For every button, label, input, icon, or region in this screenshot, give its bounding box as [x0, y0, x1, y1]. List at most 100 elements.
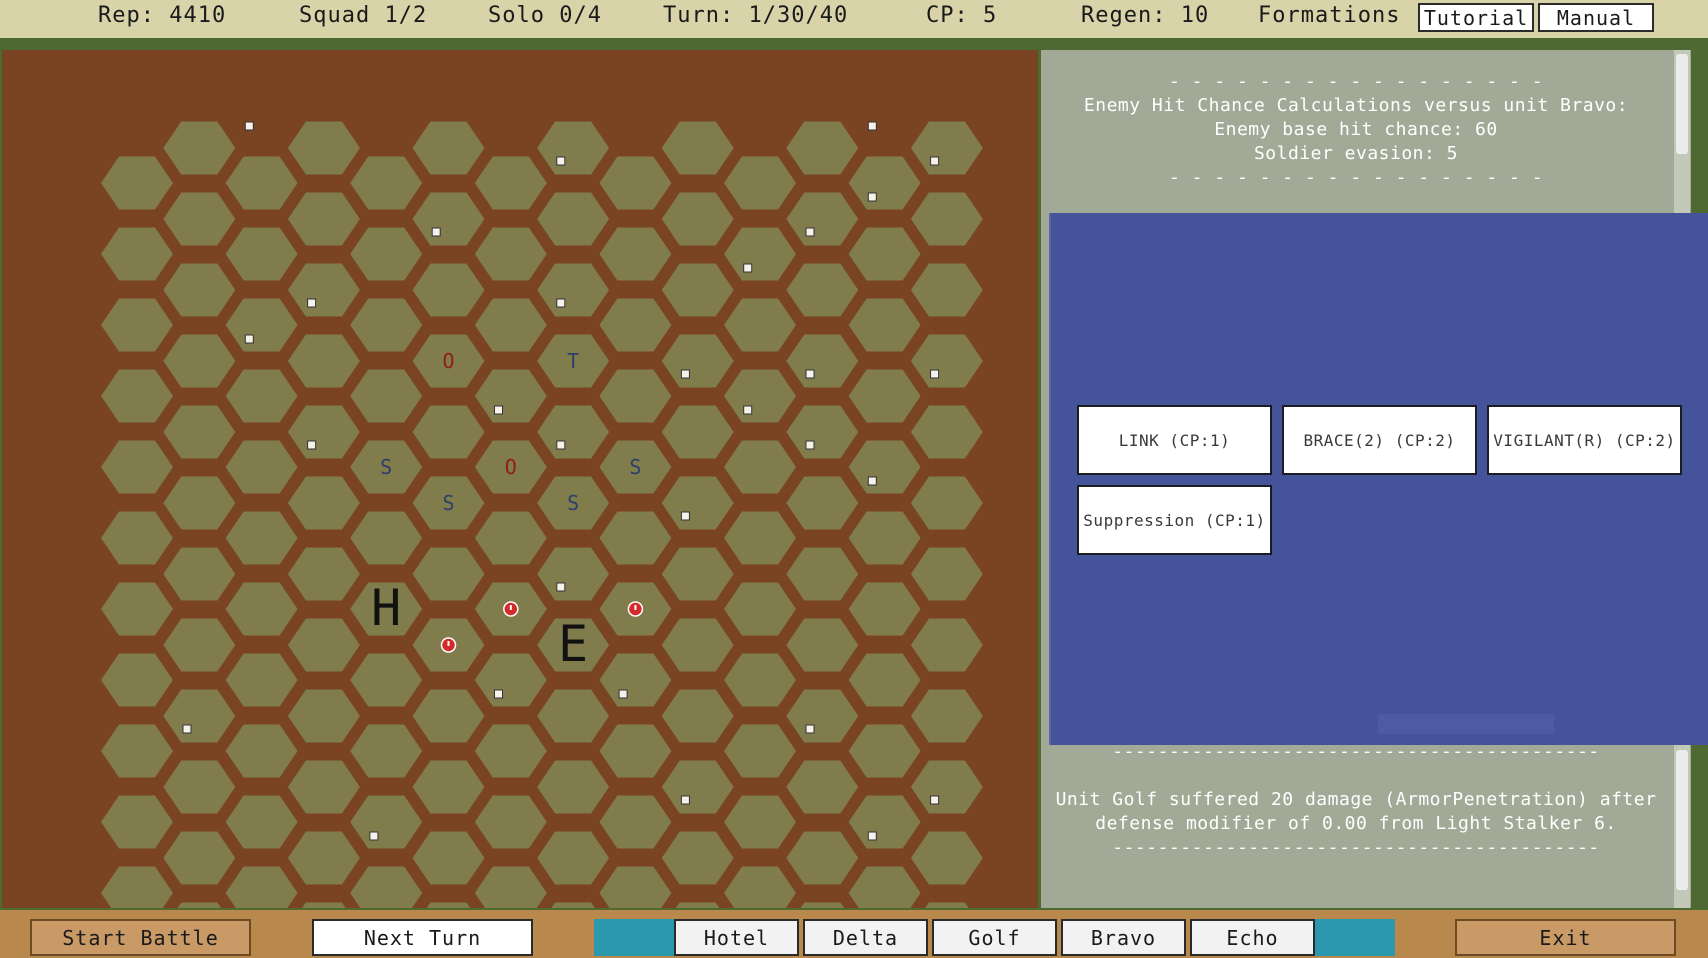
hex-tile[interactable] [287, 334, 360, 388]
hex-tile[interactable] [786, 902, 858, 909]
hex-tile[interactable] [848, 369, 921, 423]
unit-token[interactable]: T [567, 349, 579, 373]
hex-tile[interactable] [537, 689, 610, 743]
hex-tile[interactable] [412, 760, 485, 814]
hex-tile[interactable] [225, 440, 298, 494]
hex-tile[interactable] [101, 369, 173, 423]
manual-button[interactable]: Manual [1538, 3, 1654, 32]
hex-tile[interactable] [661, 618, 734, 672]
hex-tile[interactable] [287, 689, 360, 743]
hex-tile[interactable] [474, 298, 547, 352]
unit-tab-delta[interactable]: Delta [803, 919, 928, 956]
hex-tile[interactable] [724, 724, 796, 778]
unit-token[interactable]: O [505, 455, 517, 479]
hex-tile[interactable] [599, 156, 672, 210]
hex-tile[interactable] [537, 760, 610, 814]
hex-tile[interactable] [786, 476, 859, 530]
hex-tile[interactable] [350, 156, 423, 210]
hex-tile[interactable] [724, 653, 796, 707]
hex-tile[interactable] [786, 334, 859, 388]
brace-action-button[interactable]: BRACE(2) (CP:2) [1282, 405, 1477, 475]
hex-tile[interactable] [599, 724, 672, 778]
hex-tile[interactable] [786, 831, 859, 885]
unit-tab-golf[interactable]: Golf [932, 919, 1057, 956]
hex-tile[interactable] [163, 405, 236, 459]
hex-tile[interactable] [163, 760, 236, 814]
hex-tile[interactable] [163, 689, 236, 743]
hex-tile[interactable] [537, 263, 610, 317]
hex-tile[interactable] [848, 795, 921, 849]
hex-tile[interactable] [101, 866, 173, 909]
hex-tile[interactable] [786, 618, 859, 672]
hex-tile[interactable] [287, 121, 360, 175]
hex-tile[interactable] [350, 511, 423, 565]
hex-tile[interactable] [225, 653, 298, 707]
hex-tile[interactable] [101, 724, 173, 778]
hex-tile[interactable] [225, 724, 298, 778]
hex-tile[interactable] [910, 831, 983, 885]
hex-tile[interactable] [910, 689, 983, 743]
hex-tile[interactable] [101, 511, 173, 565]
hex-tile[interactable] [537, 121, 610, 175]
link-action-button[interactable]: LINK (CP:1) [1077, 405, 1272, 475]
hex-tile[interactable] [661, 831, 734, 885]
start-battle-button[interactable]: Start Battle [30, 919, 251, 956]
next-turn-button[interactable]: Next Turn [312, 919, 533, 956]
unit-token[interactable]: E [558, 615, 588, 673]
hex-tile[interactable] [163, 263, 236, 317]
hex-tile[interactable] [599, 795, 672, 849]
hex-tile[interactable] [101, 653, 173, 707]
hex-tile[interactable] [910, 121, 983, 175]
hex-tile[interactable] [724, 298, 796, 352]
hex-tile[interactable] [474, 866, 547, 909]
hex-tile[interactable] [413, 902, 485, 909]
hex-tile[interactable] [910, 760, 983, 814]
hex-tile[interactable] [412, 192, 485, 246]
hex-tile[interactable] [163, 192, 236, 246]
hex-tile[interactable] [848, 724, 921, 778]
hex-tile[interactable] [225, 227, 298, 281]
hex-tile[interactable] [661, 760, 734, 814]
hex-tile[interactable] [225, 511, 298, 565]
hex-tile[interactable] [537, 192, 610, 246]
hex-tile[interactable] [225, 369, 298, 423]
hex-tile[interactable] [910, 547, 983, 601]
hex-tile[interactable] [101, 156, 173, 210]
hex-tile[interactable] [474, 724, 547, 778]
hex-tile[interactable] [350, 369, 423, 423]
hex-tile[interactable] [537, 831, 610, 885]
hex-tile[interactable] [225, 582, 298, 636]
hex-tile[interactable] [848, 156, 921, 210]
hex-tile[interactable] [786, 263, 859, 317]
hex-tile[interactable] [225, 298, 298, 352]
hex-tile[interactable] [163, 902, 235, 909]
hex-tile[interactable] [163, 334, 236, 388]
hex-tile[interactable] [599, 653, 672, 707]
hex-tile[interactable] [661, 121, 734, 175]
hex-tile[interactable] [163, 547, 236, 601]
hex-tile[interactable] [724, 795, 796, 849]
hex-tile[interactable] [101, 582, 173, 636]
hex-tile[interactable] [661, 192, 734, 246]
hex-tile[interactable] [910, 618, 983, 672]
unit-tab-echo[interactable]: Echo [1190, 919, 1315, 956]
hex-tile[interactable] [163, 121, 236, 175]
hex-tile[interactable] [786, 405, 859, 459]
unit-token[interactable]: S [567, 491, 579, 515]
unit-token[interactable]: S [442, 491, 454, 515]
hex-tile[interactable] [911, 902, 983, 909]
hex-tile[interactable] [786, 192, 859, 246]
vigilant-action-button[interactable]: VIGILANT(R) (CP:2) [1487, 405, 1682, 475]
hex-tile[interactable] [724, 511, 796, 565]
hex-tile[interactable] [661, 334, 734, 388]
hex-tile[interactable] [412, 263, 485, 317]
hex-tile[interactable] [412, 121, 485, 175]
hex-tile[interactable] [910, 476, 983, 530]
hex-tile[interactable] [225, 795, 298, 849]
hex-tile[interactable] [848, 653, 921, 707]
hex-tile[interactable] [661, 405, 734, 459]
hex-tile[interactable] [662, 902, 734, 909]
hex-tile[interactable] [599, 227, 672, 281]
hex-tile[interactable] [661, 689, 734, 743]
hex-tile[interactable] [910, 405, 983, 459]
